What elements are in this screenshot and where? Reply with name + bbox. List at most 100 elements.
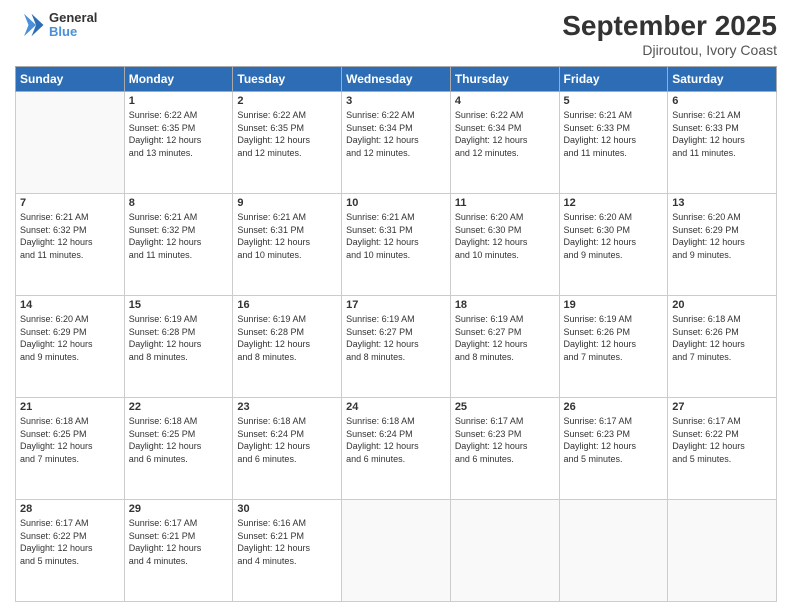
calendar-week-row: 14 Sunrise: 6:20 AM Sunset: 6:29 PM Dayl… [16, 296, 777, 398]
day-number: 5 [564, 95, 664, 107]
calendar-cell: 6 Sunrise: 6:21 AM Sunset: 6:33 PM Dayli… [668, 92, 777, 194]
calendar-cell: 3 Sunrise: 6:22 AM Sunset: 6:34 PM Dayli… [342, 92, 451, 194]
day-number: 13 [672, 197, 772, 209]
day-number: 22 [129, 401, 229, 413]
day-number: 14 [20, 299, 120, 311]
calendar-day-header: Monday [124, 67, 233, 92]
calendar-cell [342, 500, 451, 602]
day-number: 24 [346, 401, 446, 413]
calendar-cell: 28 Sunrise: 6:17 AM Sunset: 6:22 PM Dayl… [16, 500, 125, 602]
cell-content: Sunrise: 6:17 AM Sunset: 6:23 PM Dayligh… [455, 415, 555, 465]
logo-icon [15, 10, 45, 40]
day-number: 21 [20, 401, 120, 413]
cell-content: Sunrise: 6:19 AM Sunset: 6:27 PM Dayligh… [455, 313, 555, 363]
day-number: 2 [237, 95, 337, 107]
calendar-cell: 23 Sunrise: 6:18 AM Sunset: 6:24 PM Dayl… [233, 398, 342, 500]
day-number: 8 [129, 197, 229, 209]
calendar-cell: 5 Sunrise: 6:21 AM Sunset: 6:33 PM Dayli… [559, 92, 668, 194]
logo-line1: General [49, 11, 97, 25]
day-number: 10 [346, 197, 446, 209]
calendar-day-header: Saturday [668, 67, 777, 92]
calendar-cell: 29 Sunrise: 6:17 AM Sunset: 6:21 PM Dayl… [124, 500, 233, 602]
day-number: 25 [455, 401, 555, 413]
calendar-cell: 7 Sunrise: 6:21 AM Sunset: 6:32 PM Dayli… [16, 194, 125, 296]
calendar-day-header: Sunday [16, 67, 125, 92]
calendar-week-row: 1 Sunrise: 6:22 AM Sunset: 6:35 PM Dayli… [16, 92, 777, 194]
calendar-cell: 21 Sunrise: 6:18 AM Sunset: 6:25 PM Dayl… [16, 398, 125, 500]
day-number: 15 [129, 299, 229, 311]
day-number: 11 [455, 197, 555, 209]
cell-content: Sunrise: 6:21 AM Sunset: 6:32 PM Dayligh… [20, 211, 120, 261]
calendar-cell [16, 92, 125, 194]
day-number: 26 [564, 401, 664, 413]
cell-content: Sunrise: 6:18 AM Sunset: 6:24 PM Dayligh… [237, 415, 337, 465]
calendar-table: SundayMondayTuesdayWednesdayThursdayFrid… [15, 66, 777, 602]
calendar-cell: 16 Sunrise: 6:19 AM Sunset: 6:28 PM Dayl… [233, 296, 342, 398]
calendar-cell: 26 Sunrise: 6:17 AM Sunset: 6:23 PM Dayl… [559, 398, 668, 500]
day-number: 7 [20, 197, 120, 209]
day-number: 9 [237, 197, 337, 209]
cell-content: Sunrise: 6:18 AM Sunset: 6:24 PM Dayligh… [346, 415, 446, 465]
calendar-header-row: SundayMondayTuesdayWednesdayThursdayFrid… [16, 67, 777, 92]
calendar-cell: 27 Sunrise: 6:17 AM Sunset: 6:22 PM Dayl… [668, 398, 777, 500]
page: General Blue September 2025 Djiroutou, I… [0, 0, 792, 612]
calendar-cell: 25 Sunrise: 6:17 AM Sunset: 6:23 PM Dayl… [450, 398, 559, 500]
day-number: 3 [346, 95, 446, 107]
cell-content: Sunrise: 6:19 AM Sunset: 6:27 PM Dayligh… [346, 313, 446, 363]
cell-content: Sunrise: 6:18 AM Sunset: 6:26 PM Dayligh… [672, 313, 772, 363]
calendar-cell: 24 Sunrise: 6:18 AM Sunset: 6:24 PM Dayl… [342, 398, 451, 500]
calendar-cell: 15 Sunrise: 6:19 AM Sunset: 6:28 PM Dayl… [124, 296, 233, 398]
day-number: 18 [455, 299, 555, 311]
cell-content: Sunrise: 6:21 AM Sunset: 6:33 PM Dayligh… [672, 109, 772, 159]
cell-content: Sunrise: 6:21 AM Sunset: 6:31 PM Dayligh… [237, 211, 337, 261]
cell-content: Sunrise: 6:18 AM Sunset: 6:25 PM Dayligh… [20, 415, 120, 465]
cell-content: Sunrise: 6:17 AM Sunset: 6:23 PM Dayligh… [564, 415, 664, 465]
calendar-cell: 11 Sunrise: 6:20 AM Sunset: 6:30 PM Dayl… [450, 194, 559, 296]
cell-content: Sunrise: 6:19 AM Sunset: 6:28 PM Dayligh… [237, 313, 337, 363]
title-block: September 2025 Djiroutou, Ivory Coast [562, 10, 777, 58]
calendar-cell [559, 500, 668, 602]
calendar-cell: 20 Sunrise: 6:18 AM Sunset: 6:26 PM Dayl… [668, 296, 777, 398]
cell-content: Sunrise: 6:18 AM Sunset: 6:25 PM Dayligh… [129, 415, 229, 465]
calendar-body: 1 Sunrise: 6:22 AM Sunset: 6:35 PM Dayli… [16, 92, 777, 602]
calendar-cell: 1 Sunrise: 6:22 AM Sunset: 6:35 PM Dayli… [124, 92, 233, 194]
day-number: 1 [129, 95, 229, 107]
cell-content: Sunrise: 6:22 AM Sunset: 6:35 PM Dayligh… [129, 109, 229, 159]
calendar-cell: 4 Sunrise: 6:22 AM Sunset: 6:34 PM Dayli… [450, 92, 559, 194]
day-number: 23 [237, 401, 337, 413]
cell-content: Sunrise: 6:16 AM Sunset: 6:21 PM Dayligh… [237, 517, 337, 567]
calendar-cell: 12 Sunrise: 6:20 AM Sunset: 6:30 PM Dayl… [559, 194, 668, 296]
cell-content: Sunrise: 6:17 AM Sunset: 6:22 PM Dayligh… [20, 517, 120, 567]
calendar-day-header: Tuesday [233, 67, 342, 92]
calendar-cell [450, 500, 559, 602]
day-number: 4 [455, 95, 555, 107]
calendar-cell: 17 Sunrise: 6:19 AM Sunset: 6:27 PM Dayl… [342, 296, 451, 398]
cell-content: Sunrise: 6:22 AM Sunset: 6:35 PM Dayligh… [237, 109, 337, 159]
main-title: September 2025 [562, 10, 777, 42]
logo-text: General Blue [49, 11, 97, 40]
header: General Blue September 2025 Djiroutou, I… [15, 10, 777, 58]
logo-line2: Blue [49, 25, 97, 39]
calendar-cell: 19 Sunrise: 6:19 AM Sunset: 6:26 PM Dayl… [559, 296, 668, 398]
calendar-week-row: 28 Sunrise: 6:17 AM Sunset: 6:22 PM Dayl… [16, 500, 777, 602]
day-number: 29 [129, 503, 229, 515]
cell-content: Sunrise: 6:19 AM Sunset: 6:26 PM Dayligh… [564, 313, 664, 363]
day-number: 17 [346, 299, 446, 311]
cell-content: Sunrise: 6:21 AM Sunset: 6:31 PM Dayligh… [346, 211, 446, 261]
cell-content: Sunrise: 6:20 AM Sunset: 6:30 PM Dayligh… [455, 211, 555, 261]
calendar-cell [668, 500, 777, 602]
day-number: 12 [564, 197, 664, 209]
calendar-cell: 30 Sunrise: 6:16 AM Sunset: 6:21 PM Dayl… [233, 500, 342, 602]
calendar-cell: 22 Sunrise: 6:18 AM Sunset: 6:25 PM Dayl… [124, 398, 233, 500]
calendar-cell: 9 Sunrise: 6:21 AM Sunset: 6:31 PM Dayli… [233, 194, 342, 296]
day-number: 19 [564, 299, 664, 311]
calendar-cell: 2 Sunrise: 6:22 AM Sunset: 6:35 PM Dayli… [233, 92, 342, 194]
subtitle: Djiroutou, Ivory Coast [562, 42, 777, 58]
calendar-cell: 13 Sunrise: 6:20 AM Sunset: 6:29 PM Dayl… [668, 194, 777, 296]
cell-content: Sunrise: 6:20 AM Sunset: 6:29 PM Dayligh… [20, 313, 120, 363]
cell-content: Sunrise: 6:21 AM Sunset: 6:32 PM Dayligh… [129, 211, 229, 261]
cell-content: Sunrise: 6:20 AM Sunset: 6:30 PM Dayligh… [564, 211, 664, 261]
logo: General Blue [15, 10, 97, 40]
calendar-cell: 8 Sunrise: 6:21 AM Sunset: 6:32 PM Dayli… [124, 194, 233, 296]
cell-content: Sunrise: 6:17 AM Sunset: 6:22 PM Dayligh… [672, 415, 772, 465]
